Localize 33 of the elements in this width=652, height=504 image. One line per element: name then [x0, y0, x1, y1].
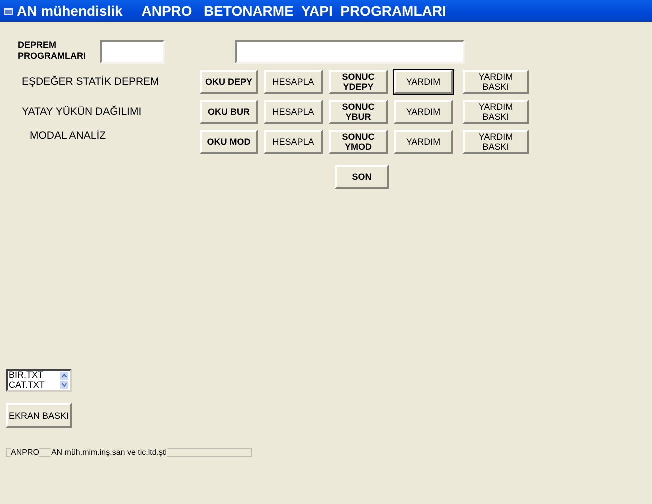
scrollbar[interactable]: [59, 371, 70, 390]
scroll-down-icon[interactable]: [60, 381, 69, 389]
window-title: AN mühendislik ANPRO BETONARME YAPI PROGRAMLARI: [17, 3, 446, 19]
command-button[interactable]: YARDIM BASKI: [463, 130, 529, 154]
exit-button[interactable]: SON: [335, 165, 389, 189]
command-button[interactable]: SONUC YDEPY: [329, 70, 388, 94]
scroll-up-icon[interactable]: [60, 372, 69, 380]
list-item[interactable]: BIR.TXT: [9, 371, 59, 380]
row-label: MODAL ANALİZ: [29, 130, 108, 142]
file-list[interactable]: BIR.TXT CAT.TXT: [6, 369, 72, 392]
command-button[interactable]: SONUC YBUR: [329, 100, 388, 124]
command-button[interactable]: HESAPLA: [264, 100, 323, 124]
input-field[interactable]: [235, 40, 465, 64]
app-icon: [4, 8, 13, 14]
command-button[interactable]: YARDIM BASKI: [463, 100, 529, 124]
command-button[interactable]: YARDIM: [394, 130, 453, 154]
list-item[interactable]: CAT.TXT: [9, 380, 59, 390]
command-button[interactable]: HESAPLA: [264, 130, 323, 154]
command-button[interactable]: OKU MOD: [200, 130, 258, 154]
frame-title: ANPRO: [11, 448, 40, 457]
command-button[interactable]: YARDIM: [394, 70, 453, 94]
row-label: EŞDEĞER STATİK DEPREM: [21, 76, 160, 88]
command-button[interactable]: YARDIM BASKI: [463, 70, 529, 94]
section-label: DEPREM PROGRAMLARI: [18, 40, 87, 62]
command-button[interactable]: OKU DEPY: [200, 70, 258, 94]
input-field[interactable]: [100, 40, 165, 64]
row-label: YATAY YÜKÜN DAĞILIMI: [21, 106, 143, 118]
command-button[interactable]: SONUC YMOD: [329, 130, 388, 154]
status-text: AN müh.mim.inş.san ve tic.ltd.şti: [51, 448, 168, 457]
command-button[interactable]: OKU BUR: [200, 100, 258, 124]
command-button[interactable]: HESAPLA: [264, 70, 323, 94]
command-button[interactable]: YARDIM: [394, 100, 453, 124]
print-button[interactable]: EKRAN BASKI: [6, 403, 72, 428]
